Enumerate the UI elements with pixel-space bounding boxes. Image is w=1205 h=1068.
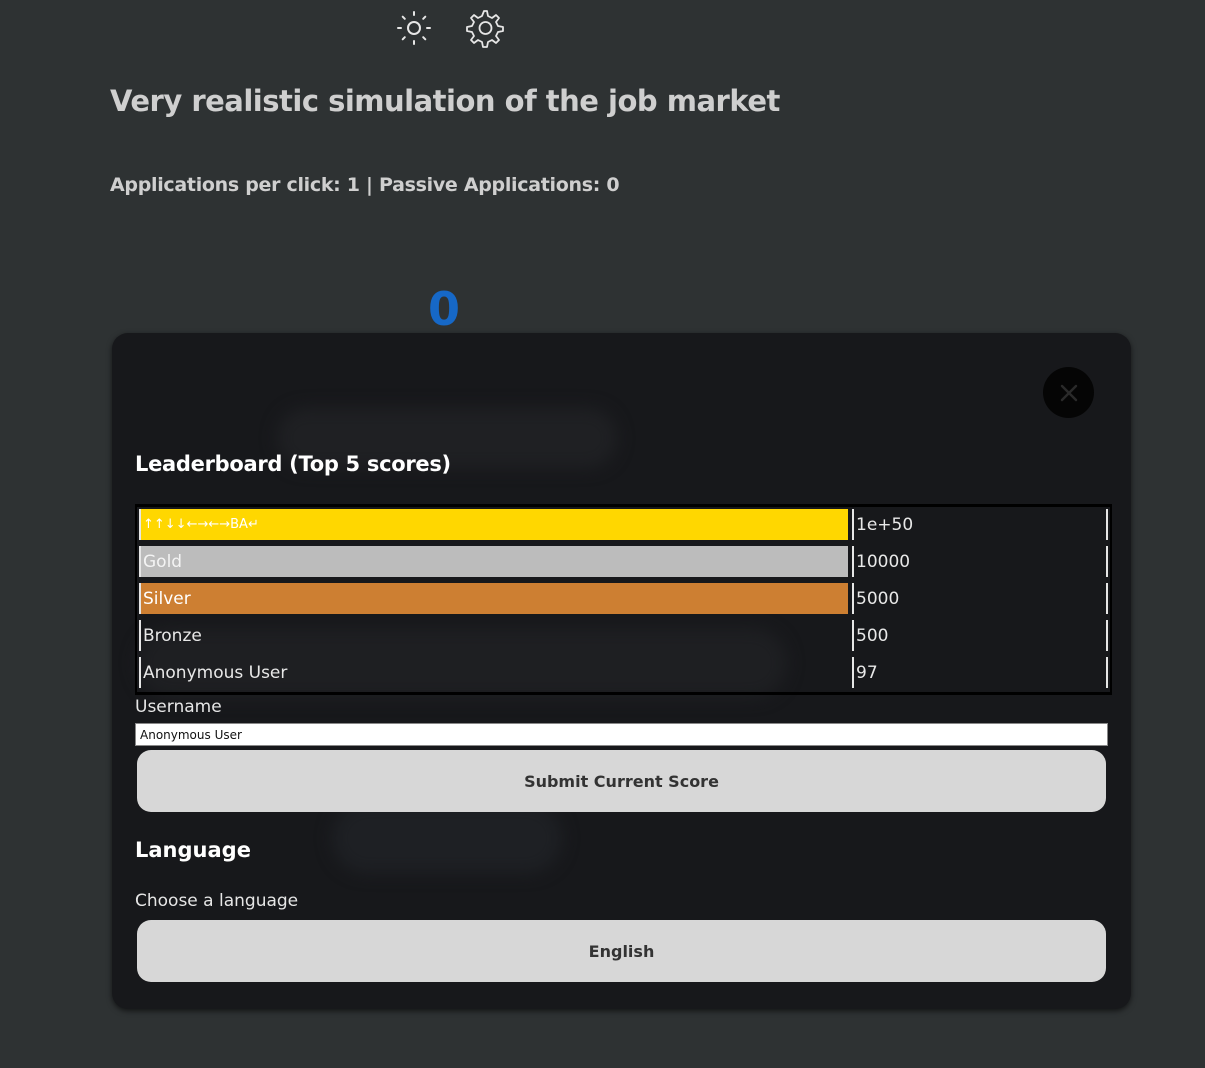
username-label: Username [135, 697, 222, 717]
username-input[interactable] [135, 723, 1108, 746]
settings-modal: Leaderboard (Top 5 scores) ↑↑↓↓←→←→BA↵ 1… [112, 333, 1131, 1009]
leaderboard-name: Bronze [139, 620, 848, 651]
language-select[interactable]: English [137, 920, 1106, 982]
leaderboard-score: 500 [852, 620, 1108, 651]
leaderboard-name: ↑↑↓↓←→←→BA↵ [139, 509, 848, 540]
leaderboard-row: Bronze 500 [137, 618, 1110, 655]
sun-icon[interactable] [392, 6, 436, 50]
leaderboard-row: Anonymous User 97 [137, 655, 1110, 692]
leaderboard-title: Leaderboard (Top 5 scores) [135, 452, 451, 476]
language-title: Language [135, 838, 251, 862]
leaderboard-score: 5000 [852, 583, 1108, 614]
leaderboard-score: 1e+50 [852, 509, 1108, 540]
choose-language-label: Choose a language [135, 891, 299, 911]
close-button[interactable] [1043, 367, 1094, 418]
leaderboard-score: 97 [852, 657, 1108, 688]
leaderboard-row: Gold 10000 [137, 544, 1110, 581]
applications-stats: Applications per click: 1 | Passive Appl… [110, 174, 620, 196]
leaderboard-table: ↑↑↓↓←→←→BA↵ 1e+50 Gold 10000 Silver 5000… [135, 504, 1112, 695]
leaderboard-score: 10000 [852, 546, 1108, 577]
background-glow [332, 803, 562, 873]
leaderboard-row: Silver 5000 [137, 581, 1110, 618]
leaderboard-name: Silver [139, 583, 848, 614]
top-toolbar [392, 6, 506, 50]
application-counter: 0 [428, 282, 461, 336]
leaderboard-row: ↑↑↓↓←→←→BA↵ 1e+50 [137, 507, 1110, 544]
leaderboard-name: Anonymous User [139, 657, 848, 688]
leaderboard-name: Gold [139, 546, 848, 577]
close-icon [1060, 384, 1077, 401]
page-title: Very realistic simulation of the job mar… [110, 84, 780, 118]
submit-score-button[interactable]: Submit Current Score [137, 750, 1106, 812]
gear-icon[interactable] [462, 6, 506, 50]
